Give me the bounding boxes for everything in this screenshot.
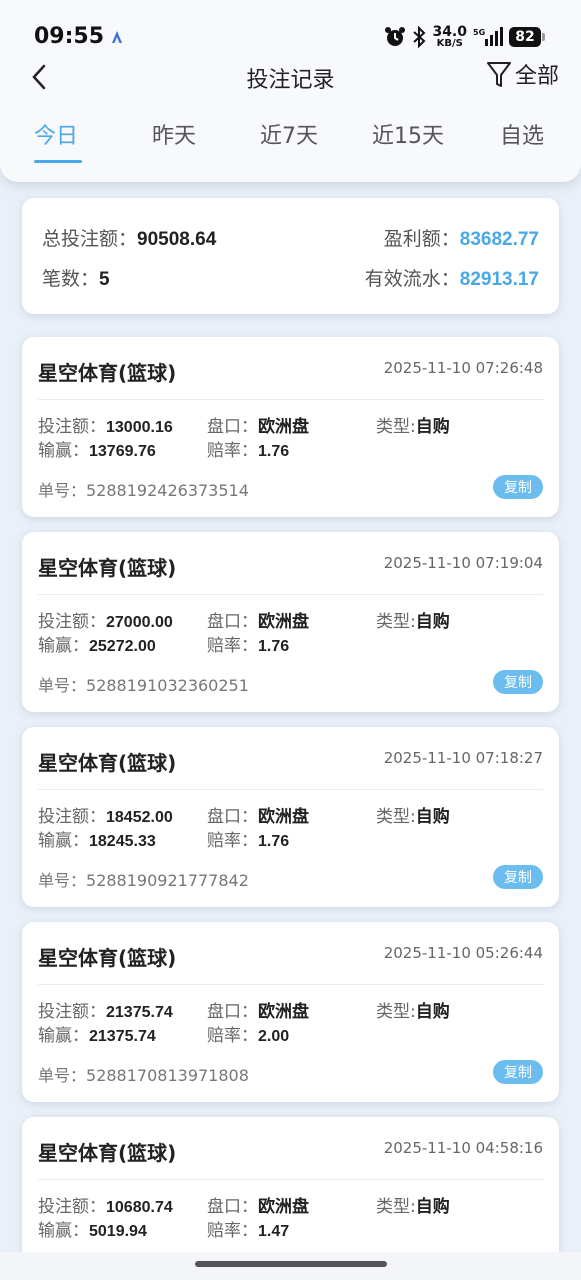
app-notification-icon bbox=[112, 31, 122, 43]
bet-amount: 投注额：21375.74 bbox=[38, 1002, 173, 1022]
bet-type: 类型:自购 bbox=[376, 1002, 450, 1022]
nav-bar: 投注记录 全部 bbox=[0, 56, 581, 100]
total-bet: 总投注额：90508.64 bbox=[42, 228, 217, 250]
bet-type: 类型:自购 bbox=[376, 1197, 450, 1217]
summary-row-2: 笔数：5 有效流水：82913.17 bbox=[42, 264, 539, 294]
order-number: 单号：5288191032360251 bbox=[38, 676, 249, 695]
summary-card: 总投注额：90508.64 盈利额：83682.77 笔数：5 有效流水：829… bbox=[22, 198, 559, 314]
bet-amount: 投注额：13000.16 bbox=[38, 417, 173, 437]
copy-button[interactable]: 复制 bbox=[493, 865, 543, 889]
record-time: 2025-11-10 07:19:04 bbox=[383, 554, 543, 572]
record-title: 星空体育(篮球) bbox=[38, 1141, 177, 1165]
bet-record-card[interactable]: 星空体育(篮球) 2025-11-10 07:18:27 投注额：18452.0… bbox=[22, 727, 559, 907]
market: 盘口：欧洲盘 bbox=[207, 417, 309, 437]
divider bbox=[38, 789, 543, 790]
bet-type: 类型:自购 bbox=[376, 417, 450, 437]
tab-custom[interactable]: 自选 bbox=[500, 118, 544, 150]
order-number: 单号：5288170813971808 bbox=[38, 1066, 249, 1085]
win-loss: 输赢：13769.76 bbox=[38, 441, 156, 461]
record-title: 星空体育(篮球) bbox=[38, 361, 177, 385]
valid-turnover: 有效流水：82913.17 bbox=[364, 268, 539, 290]
record-title: 星空体育(篮球) bbox=[38, 946, 177, 970]
tab-7-days[interactable]: 近7天 bbox=[260, 118, 318, 150]
status-icons: 34.0 KB/S 5G 82 bbox=[384, 24, 545, 50]
svg-text:5G: 5G bbox=[473, 28, 485, 37]
bluetooth-icon bbox=[413, 26, 426, 48]
odds: 赔率：1.47 bbox=[207, 1221, 290, 1241]
market: 盘口：欧洲盘 bbox=[207, 612, 309, 632]
order-number: 单号：5288190921777842 bbox=[38, 871, 249, 890]
market: 盘口：欧洲盘 bbox=[207, 1197, 309, 1217]
record-time: 2025-11-10 07:26:48 bbox=[383, 359, 543, 377]
copy-button[interactable]: 复制 bbox=[493, 1060, 543, 1084]
record-title: 星空体育(篮球) bbox=[38, 556, 177, 580]
date-tabs: 今日 昨天 近7天 近15天 自选 bbox=[0, 112, 581, 168]
filter-button[interactable]: 全部 bbox=[485, 58, 559, 90]
profit: 盈利额：83682.77 bbox=[383, 228, 539, 250]
bet-amount: 投注额：27000.00 bbox=[38, 612, 173, 632]
bet-count: 笔数：5 bbox=[42, 268, 110, 290]
filter-label: 全部 bbox=[514, 64, 559, 89]
tab-today[interactable]: 今日 bbox=[34, 118, 78, 150]
win-loss: 输赢：25272.00 bbox=[38, 636, 156, 656]
order-number: 单号：5288192426373514 bbox=[38, 481, 249, 500]
battery-icon: 82 bbox=[509, 27, 545, 47]
bet-type: 类型:自购 bbox=[376, 807, 450, 827]
win-loss: 输赢：5019.94 bbox=[38, 1221, 147, 1241]
tab-yesterday[interactable]: 昨天 bbox=[152, 118, 196, 150]
divider bbox=[38, 594, 543, 595]
home-indicator[interactable] bbox=[195, 1261, 387, 1267]
odds: 赔率：1.76 bbox=[207, 636, 290, 656]
alarm-icon bbox=[385, 27, 406, 46]
win-loss: 输赢：18245.33 bbox=[38, 831, 156, 851]
bet-amount: 投注额：10680.74 bbox=[38, 1197, 173, 1217]
market: 盘口：欧洲盘 bbox=[207, 807, 309, 827]
header-panel: 09:55 34.0 KB/S 5G 82 投注记录 全部 今日 昨天 近7天 … bbox=[0, 0, 581, 182]
filter-icon bbox=[486, 62, 511, 87]
bet-record-card[interactable]: 星空体育(篮球) 2025-11-10 07:26:48 投注额：13000.1… bbox=[22, 337, 559, 517]
market: 盘口：欧洲盘 bbox=[207, 1002, 309, 1022]
divider bbox=[38, 399, 543, 400]
divider bbox=[38, 984, 543, 985]
win-loss: 输赢：21375.74 bbox=[38, 1026, 156, 1046]
active-tab-indicator bbox=[34, 160, 82, 163]
odds: 赔率：2.00 bbox=[207, 1026, 290, 1046]
copy-button[interactable]: 复制 bbox=[493, 475, 543, 499]
bet-type: 类型:自购 bbox=[376, 612, 450, 632]
summary-row-1: 总投注额：90508.64 盈利额：83682.77 bbox=[42, 224, 539, 254]
record-title: 星空体育(篮球) bbox=[38, 751, 177, 775]
odds: 赔率：1.76 bbox=[207, 831, 290, 851]
bet-record-card[interactable]: 星空体育(篮球) 2025-11-10 07:19:04 投注额：27000.0… bbox=[22, 532, 559, 712]
status-time: 09:55 bbox=[34, 24, 105, 49]
network-speed: 34.0 KB/S bbox=[432, 24, 467, 49]
divider bbox=[38, 1179, 543, 1180]
tab-15-days[interactable]: 近15天 bbox=[372, 118, 444, 150]
record-time: 2025-11-10 05:26:44 bbox=[383, 944, 543, 962]
bet-record-card[interactable]: 星空体育(篮球) 2025-11-10 05:26:44 投注额：21375.7… bbox=[22, 922, 559, 1102]
copy-button[interactable]: 复制 bbox=[493, 670, 543, 694]
status-bar: 09:55 34.0 KB/S 5G 82 bbox=[0, 0, 581, 60]
record-time: 2025-11-10 07:18:27 bbox=[383, 749, 543, 767]
signal-icon: 5G bbox=[473, 27, 503, 46]
record-time: 2025-11-10 04:58:16 bbox=[383, 1139, 543, 1157]
bet-amount: 投注额：18452.00 bbox=[38, 807, 173, 827]
odds: 赔率：1.76 bbox=[207, 441, 290, 461]
